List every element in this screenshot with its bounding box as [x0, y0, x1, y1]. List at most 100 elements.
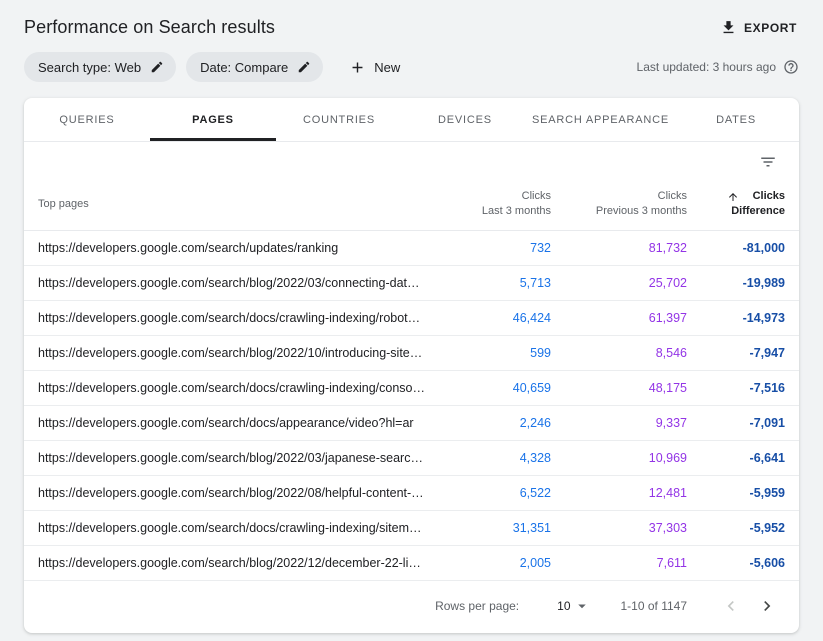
page-url-cell[interactable]: https://developers.google.com/search/blo… [24, 336, 436, 371]
performance-table-card: QUERIES PAGES COUNTRIES DEVICES SEARCH A… [24, 98, 799, 633]
page-url-cell[interactable]: https://developers.google.com/search/doc… [24, 371, 436, 406]
help-icon[interactable] [783, 59, 799, 75]
clicks-previous-header-line2: Previous 3 months [551, 204, 687, 219]
clicks-difference-cell: -19,989 [687, 266, 799, 301]
search-console-performance-page: Performance on Search results EXPORT Sea… [0, 0, 823, 633]
page-url-cell[interactable]: https://developers.google.com/search/blo… [24, 476, 436, 511]
filter-bar: Search type: Web Date: Compare New Last … [0, 46, 823, 82]
clicks-previous-header-line1: Clicks [658, 189, 687, 204]
table-row[interactable]: https://developers.google.com/search/doc… [24, 371, 799, 406]
filter-list-icon[interactable] [757, 151, 779, 173]
clicks-previous-cell: 8,546 [551, 336, 687, 371]
clicks-previous-cell: 10,969 [551, 441, 687, 476]
clicks-last-cell: 6,522 [436, 476, 551, 511]
pages-table: Top pages Clicks Last 3 months Clicks Pr… [24, 177, 799, 581]
clicks-difference-header-line2: Difference [687, 204, 785, 219]
page-url-cell[interactable]: https://developers.google.com/search/blo… [24, 441, 436, 476]
clicks-difference-cell: -7,516 [687, 371, 799, 406]
clicks-difference-cell: -6,641 [687, 441, 799, 476]
table-row[interactable]: https://developers.google.com/search/doc… [24, 406, 799, 441]
clicks-last-cell: 2,246 [436, 406, 551, 441]
new-filter-button[interactable]: New [343, 55, 406, 80]
column-header-top-pages[interactable]: Top pages [24, 177, 436, 231]
page-url-cell[interactable]: https://developers.google.com/search/doc… [24, 301, 436, 336]
table-header: Top pages Clicks Last 3 months Clicks Pr… [24, 177, 799, 231]
column-header-clicks-last[interactable]: Clicks Last 3 months [436, 177, 551, 231]
page-url-cell[interactable]: https://developers.google.com/search/blo… [24, 266, 436, 301]
table-row[interactable]: https://developers.google.com/search/blo… [24, 546, 799, 581]
last-updated-text: Last updated: 3 hours ago [637, 60, 776, 74]
search-type-chip-label: Search type: Web [38, 60, 141, 75]
export-label: EXPORT [744, 21, 797, 35]
page-url-cell[interactable]: https://developers.google.com/search/blo… [24, 546, 436, 581]
new-filter-label: New [374, 60, 400, 75]
table-toolbar [24, 142, 799, 177]
clicks-previous-cell: 25,702 [551, 266, 687, 301]
clicks-last-cell: 599 [436, 336, 551, 371]
table-row[interactable]: https://developers.google.com/search/blo… [24, 266, 799, 301]
clicks-previous-cell: 37,303 [551, 511, 687, 546]
clicks-last-header-line2: Last 3 months [436, 204, 551, 219]
table-row[interactable]: https://developers.google.com/search/doc… [24, 511, 799, 546]
chevron-left-icon [721, 596, 741, 616]
tab-devices[interactable]: DEVICES [402, 98, 528, 141]
date-compare-chip[interactable]: Date: Compare [186, 52, 323, 82]
page-url-cell[interactable]: https://developers.google.com/search/doc… [24, 511, 436, 546]
pagination-range: 1-10 of 1147 [621, 599, 688, 613]
clicks-difference-cell: -7,947 [687, 336, 799, 371]
top-bar: Performance on Search results EXPORT [0, 0, 823, 46]
rows-per-page-label: Rows per page: [435, 599, 519, 613]
page-title: Performance on Search results [24, 17, 275, 38]
table-body: https://developers.google.com/search/upd… [24, 231, 799, 581]
next-page-button[interactable] [753, 592, 781, 620]
page-url-cell[interactable]: https://developers.google.com/search/upd… [24, 231, 436, 266]
last-updated: Last updated: 3 hours ago [637, 59, 799, 75]
tab-pages[interactable]: PAGES [150, 98, 276, 141]
clicks-last-cell: 4,328 [436, 441, 551, 476]
chevron-right-icon [757, 596, 777, 616]
clicks-last-cell: 5,713 [436, 266, 551, 301]
clicks-difference-header-line1: Clicks [753, 189, 785, 204]
clicks-previous-cell: 12,481 [551, 476, 687, 511]
rows-per-page-select[interactable]: 10 [557, 597, 590, 615]
clicks-last-cell: 46,424 [436, 301, 551, 336]
download-icon [720, 19, 737, 36]
tab-dates[interactable]: DATES [673, 98, 799, 141]
clicks-last-cell: 732 [436, 231, 551, 266]
edit-icon [150, 60, 164, 74]
clicks-previous-cell: 61,397 [551, 301, 687, 336]
table-header-row: Top pages Clicks Last 3 months Clicks Pr… [24, 177, 799, 231]
clicks-difference-cell: -7,091 [687, 406, 799, 441]
previous-page-button[interactable] [717, 592, 745, 620]
sort-ascending-icon [727, 191, 739, 203]
table-row[interactable]: https://developers.google.com/search/blo… [24, 441, 799, 476]
table-row[interactable]: https://developers.google.com/search/blo… [24, 476, 799, 511]
clicks-difference-cell: -5,959 [687, 476, 799, 511]
page-url-cell[interactable]: https://developers.google.com/search/doc… [24, 406, 436, 441]
clicks-previous-cell: 48,175 [551, 371, 687, 406]
table-row[interactable]: https://developers.google.com/search/upd… [24, 231, 799, 266]
tab-countries[interactable]: COUNTRIES [276, 98, 402, 141]
column-header-clicks-previous[interactable]: Clicks Previous 3 months [551, 177, 687, 231]
column-header-clicks-difference[interactable]: Clicks Difference [687, 177, 799, 231]
edit-icon [297, 60, 311, 74]
dropdown-arrow-icon [573, 597, 591, 615]
clicks-previous-cell: 81,732 [551, 231, 687, 266]
clicks-difference-cell: -81,000 [687, 231, 799, 266]
table-row[interactable]: https://developers.google.com/search/doc… [24, 301, 799, 336]
clicks-difference-cell: -5,606 [687, 546, 799, 581]
date-compare-chip-label: Date: Compare [200, 60, 288, 75]
table-footer: Rows per page: 10 1-10 of 1147 [24, 581, 799, 633]
rows-per-page-value: 10 [557, 599, 570, 613]
clicks-previous-cell: 7,611 [551, 546, 687, 581]
table-row[interactable]: https://developers.google.com/search/blo… [24, 336, 799, 371]
export-button[interactable]: EXPORT [718, 15, 799, 40]
tab-queries[interactable]: QUERIES [24, 98, 150, 141]
plus-icon [349, 59, 366, 76]
clicks-last-cell: 31,351 [436, 511, 551, 546]
clicks-difference-cell: -14,973 [687, 301, 799, 336]
tab-search-appearance[interactable]: SEARCH APPEARANCE [528, 98, 673, 141]
search-type-chip[interactable]: Search type: Web [24, 52, 176, 82]
clicks-difference-cell: -5,952 [687, 511, 799, 546]
tab-bar: QUERIES PAGES COUNTRIES DEVICES SEARCH A… [24, 98, 799, 142]
